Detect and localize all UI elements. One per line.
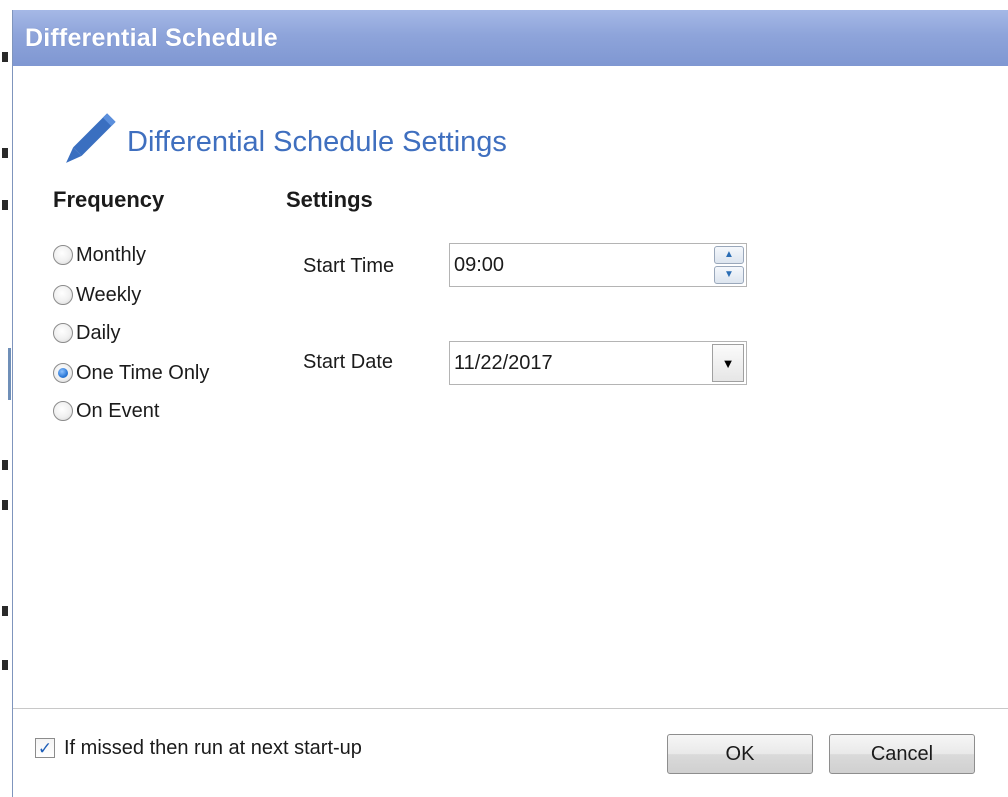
footer-separator bbox=[13, 708, 1008, 709]
background-glyph bbox=[2, 200, 8, 210]
start-date-picker[interactable]: 11/22/2017 ▼ bbox=[449, 341, 747, 385]
start-date-value[interactable]: 11/22/2017 bbox=[454, 352, 553, 375]
background-glyph bbox=[2, 52, 8, 62]
radio-button[interactable] bbox=[53, 401, 73, 421]
radio-button-selected[interactable] bbox=[53, 363, 73, 383]
start-date-label: Start Date bbox=[303, 351, 394, 373]
spin-down-icon[interactable]: ▼ bbox=[714, 266, 744, 284]
background-glyph bbox=[2, 606, 8, 616]
background-glyph bbox=[2, 460, 8, 470]
settings-title: Settings bbox=[286, 187, 373, 212]
title-bar[interactable]: Differential Schedule bbox=[13, 10, 1008, 66]
differential-schedule-dialog: Differential Schedule Differential Sched… bbox=[12, 10, 1008, 797]
radio-monthly[interactable]: Monthly bbox=[53, 242, 146, 268]
radio-one-time-only[interactable]: One Time Only bbox=[53, 360, 209, 386]
window-title: Differential Schedule bbox=[25, 24, 278, 52]
radio-label: Weekly bbox=[76, 283, 142, 306]
radio-label: Monthly bbox=[76, 243, 147, 266]
radio-label: On Event bbox=[76, 399, 160, 422]
background-glyph bbox=[2, 660, 8, 670]
pencil-icon bbox=[66, 113, 116, 163]
missed-run-label: If missed then run at next start-up bbox=[64, 736, 362, 759]
background-glyph bbox=[2, 148, 8, 158]
background-glyph bbox=[2, 500, 8, 510]
cancel-button[interactable]: Cancel bbox=[829, 734, 975, 774]
time-spinner[interactable]: ▲ ▼ bbox=[714, 246, 744, 284]
ok-button[interactable]: OK bbox=[667, 734, 813, 774]
start-time-label: Start Time bbox=[303, 255, 395, 277]
checkbox-checked[interactable]: ✓ bbox=[35, 738, 55, 758]
radio-weekly[interactable]: Weekly bbox=[53, 282, 141, 308]
start-time-value[interactable]: 09:00 bbox=[454, 254, 504, 277]
settings-heading: Differential Schedule Settings bbox=[127, 126, 507, 158]
radio-button[interactable] bbox=[53, 285, 73, 305]
spin-up-icon[interactable]: ▲ bbox=[714, 246, 744, 264]
radio-button[interactable] bbox=[53, 245, 73, 265]
radio-button[interactable] bbox=[53, 323, 73, 343]
radio-label: One Time Only bbox=[76, 361, 210, 384]
start-time-input[interactable]: 09:00 ▲ ▼ bbox=[449, 243, 747, 287]
background-highlight bbox=[8, 348, 11, 400]
missed-run-option[interactable]: ✓ If missed then run at next start-up bbox=[35, 735, 362, 761]
frequency-title: Frequency bbox=[53, 187, 165, 212]
radio-on-event[interactable]: On Event bbox=[53, 398, 159, 424]
radio-daily[interactable]: Daily bbox=[53, 320, 120, 346]
chevron-down-icon[interactable]: ▼ bbox=[712, 344, 744, 382]
radio-label: Daily bbox=[76, 321, 121, 344]
